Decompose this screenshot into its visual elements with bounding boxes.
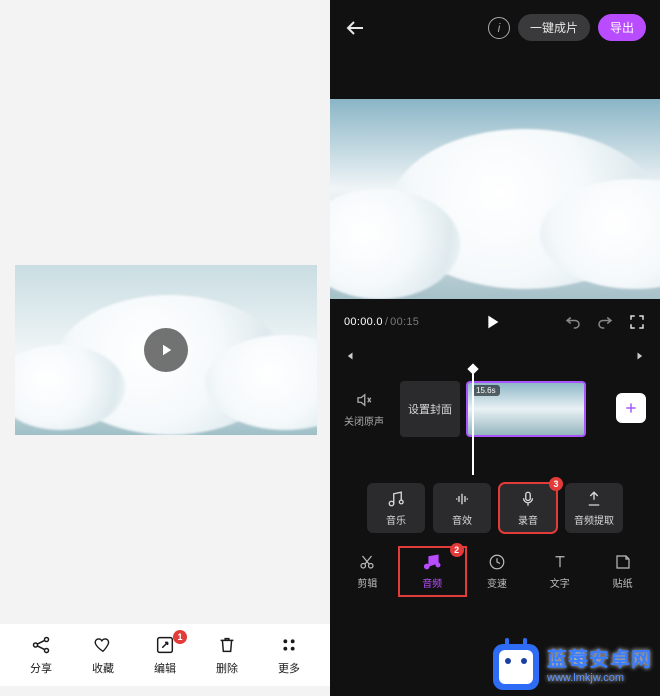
tab-speed[interactable]: 变速: [466, 547, 529, 596]
back-icon[interactable]: [344, 16, 368, 40]
tab-speed-label: 变速: [487, 575, 507, 590]
tab-sticker-label: 贴纸: [613, 575, 633, 590]
add-clip-button[interactable]: [616, 393, 646, 423]
tab-cut[interactable]: 剪辑: [336, 547, 399, 596]
preview-area[interactable]: [330, 99, 660, 299]
dual-screenshot-container: 分享 收藏 1 编辑 删除: [0, 0, 660, 696]
editor-header: i 一键成片 导出: [330, 0, 660, 55]
to-end-icon[interactable]: [634, 349, 648, 366]
play-button[interactable]: [144, 328, 188, 372]
edit-button[interactable]: 1 编辑: [139, 634, 191, 676]
soundfx-label: 音效: [452, 512, 472, 527]
watermark-url: www.lmkjw.com: [547, 672, 624, 685]
soundfx-button[interactable]: 音效: [433, 483, 491, 533]
tab-audio[interactable]: 2 音频: [399, 547, 466, 596]
tab-sticker[interactable]: 贴纸: [591, 547, 654, 596]
favorite-button[interactable]: 收藏: [77, 634, 129, 676]
export-button[interactable]: 导出: [598, 14, 646, 41]
step-badge-3: 3: [549, 477, 563, 491]
more-label: 更多: [278, 660, 300, 676]
tab-audio-label: 音频: [422, 575, 442, 590]
set-cover-button[interactable]: 设置封面: [400, 381, 460, 437]
share-label: 分享: [30, 660, 52, 676]
step-badge-1: 1: [173, 630, 187, 644]
music-label: 音乐: [386, 512, 406, 527]
timeline-row: 关闭原声 设置封面 15.6s: [330, 381, 660, 437]
timeline[interactable]: 关闭原声 设置封面 15.6s: [330, 345, 660, 475]
editor-bottom-tabs: 剪辑 2 音频 变速 文字 贴纸: [330, 541, 660, 601]
tab-cut-label: 剪辑: [357, 575, 377, 590]
site-watermark: 蓝莓安卓网 www.lmkjw.com: [493, 644, 652, 690]
tab-text-label: 文字: [550, 575, 570, 590]
fullscreen-icon[interactable]: [628, 313, 646, 331]
play-bar: 00:00.0 / 00:15: [330, 299, 660, 345]
record-label: 录音: [518, 512, 538, 527]
playhead[interactable]: [472, 369, 474, 475]
current-time: 00:00.0: [344, 316, 383, 328]
undo-icon[interactable]: [564, 313, 582, 331]
watermark-logo: [493, 644, 539, 690]
mute-original-button[interactable]: 关闭原声: [334, 391, 394, 428]
to-start-icon[interactable]: [342, 349, 356, 366]
time-sep: /: [385, 316, 388, 328]
total-time: 00:15: [390, 316, 419, 328]
video-thumbnail[interactable]: [15, 265, 317, 435]
video-clip[interactable]: 15.6s: [466, 381, 586, 437]
mute-label: 关闭原声: [344, 413, 384, 428]
more-button[interactable]: 更多: [263, 634, 315, 676]
tab-text[interactable]: 文字: [528, 547, 591, 596]
audio-extract-button[interactable]: 音频提取: [565, 483, 623, 533]
music-button[interactable]: 音乐: [367, 483, 425, 533]
video-editor-screen: i 一键成片 导出 00:00.0 / 00:15: [330, 0, 660, 696]
audio-actions-row: 音乐 音效 3 录音 音频提取: [330, 475, 660, 541]
clip-duration: 15.6s: [472, 385, 500, 396]
gallery-bottom-toolbar: 分享 收藏 1 编辑 删除: [0, 624, 330, 686]
audio-extract-label: 音频提取: [574, 512, 614, 527]
redo-icon[interactable]: [596, 313, 614, 331]
delete-button[interactable]: 删除: [201, 634, 253, 676]
watermark-title: 蓝莓安卓网: [547, 649, 652, 672]
delete-label: 删除: [216, 660, 238, 676]
info-button[interactable]: i: [488, 17, 510, 39]
play-icon[interactable]: [481, 311, 503, 333]
share-button[interactable]: 分享: [15, 634, 67, 676]
edit-label: 编辑: [154, 660, 176, 676]
record-button[interactable]: 3 录音: [499, 483, 557, 533]
one-click-button[interactable]: 一键成片: [518, 14, 590, 41]
timecode: 00:00.0 / 00:15: [344, 316, 419, 328]
favorite-label: 收藏: [92, 660, 114, 676]
step-badge-2: 2: [450, 543, 464, 557]
gallery-viewer-screen: 分享 收藏 1 编辑 删除: [0, 0, 330, 696]
